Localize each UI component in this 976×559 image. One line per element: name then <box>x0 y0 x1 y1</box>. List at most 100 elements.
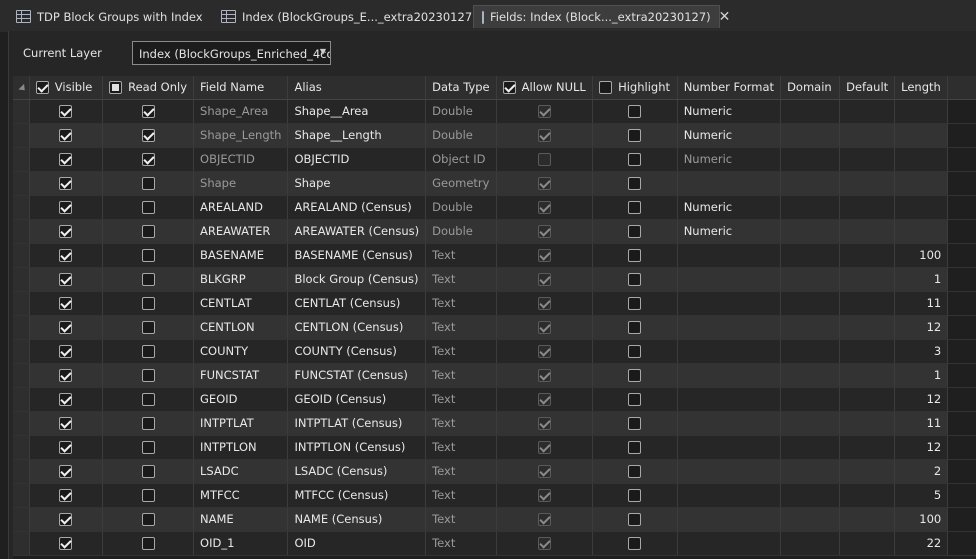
number-format-cell[interactable] <box>677 363 782 388</box>
field-row[interactable]: INTPTLAT INTPTLAT (Census) Text 11 <box>13 411 976 436</box>
read-only-checkbox[interactable] <box>141 105 155 118</box>
read-only-checkbox[interactable] <box>141 345 155 358</box>
read-only-checkbox[interactable] <box>141 465 155 478</box>
number-format-cell[interactable] <box>677 339 782 364</box>
number-format-cell[interactable] <box>677 435 782 460</box>
alias-cell[interactable]: INTPTLON (Census) <box>287 435 427 460</box>
alias-cell[interactable]: LSADC (Census) <box>287 459 427 484</box>
field-row[interactable]: GEOID GEOID (Census) Text 12 <box>13 387 976 412</box>
alias-cell[interactable]: MTFCC (Census) <box>287 483 427 508</box>
visible-checkbox[interactable] <box>59 369 73 382</box>
domain-cell[interactable] <box>780 483 841 508</box>
domain-cell[interactable] <box>780 219 841 244</box>
visible-checkbox[interactable] <box>59 129 73 142</box>
read-only-checkbox[interactable] <box>141 297 155 310</box>
column-header-data-type[interactable]: Data Type <box>425 76 497 100</box>
tab-index-table[interactable]: Index (BlockGroups_E..._extra20230127) <box>205 5 477 28</box>
default-cell[interactable] <box>839 339 896 364</box>
visible-checkbox[interactable] <box>59 273 73 286</box>
header-allow-null-checkbox[interactable] <box>502 81 516 95</box>
field-name-cell[interactable]: AREALAND <box>193 195 289 220</box>
default-cell[interactable] <box>839 435 896 460</box>
domain-cell[interactable] <box>780 315 841 340</box>
alias-cell[interactable]: COUNTY (Census) <box>287 339 427 364</box>
domain-cell[interactable] <box>780 99 841 124</box>
default-cell[interactable] <box>839 99 896 124</box>
default-cell[interactable] <box>839 291 896 316</box>
data-type-cell[interactable]: Text <box>425 483 497 508</box>
field-row[interactable]: CENTLAT CENTLAT (Census) Text 11 <box>13 291 976 316</box>
alias-cell[interactable]: OBJECTID <box>287 147 427 172</box>
row-header[interactable] <box>13 219 30 244</box>
visible-checkbox[interactable] <box>59 345 73 358</box>
number-format-cell[interactable] <box>677 531 782 556</box>
domain-cell[interactable] <box>780 291 841 316</box>
data-type-cell[interactable]: Double <box>425 123 497 148</box>
highlight-checkbox[interactable] <box>628 369 642 382</box>
column-header-alias[interactable]: Alias <box>287 76 427 100</box>
row-header[interactable] <box>13 99 30 124</box>
alias-cell[interactable]: INTPTLAT (Census) <box>287 411 427 436</box>
domain-cell[interactable] <box>780 507 841 532</box>
data-type-cell[interactable]: Double <box>425 219 497 244</box>
number-format-cell[interactable] <box>677 267 782 292</box>
highlight-checkbox[interactable] <box>628 513 642 526</box>
data-type-cell[interactable]: Text <box>425 387 497 412</box>
row-header[interactable] <box>13 339 30 364</box>
column-header-read-only[interactable]: Read Only <box>102 76 195 100</box>
row-header[interactable] <box>13 147 30 172</box>
default-cell[interactable] <box>839 147 896 172</box>
domain-cell[interactable] <box>780 195 841 220</box>
data-type-cell[interactable]: Text <box>425 291 497 316</box>
header-visible-checkbox[interactable] <box>35 81 49 95</box>
field-row[interactable]: INTPTLON INTPTLON (Census) Text 12 <box>13 435 976 460</box>
domain-cell[interactable] <box>780 459 841 484</box>
field-name-cell[interactable]: CENTLON <box>193 315 289 340</box>
number-format-cell[interactable] <box>677 411 782 436</box>
field-name-cell[interactable]: BASENAME <box>193 243 289 268</box>
highlight-checkbox[interactable] <box>628 417 642 430</box>
column-header-default[interactable]: Default <box>839 76 896 100</box>
field-name-cell[interactable]: NAME <box>193 507 289 532</box>
read-only-checkbox[interactable] <box>141 321 155 334</box>
visible-checkbox[interactable] <box>59 297 73 310</box>
field-name-cell[interactable]: INTPTLAT <box>193 411 289 436</box>
data-type-cell[interactable]: Object ID <box>425 147 497 172</box>
number-format-cell[interactable] <box>677 291 782 316</box>
length-cell[interactable]: 100 <box>894 507 949 532</box>
highlight-checkbox[interactable] <box>628 345 642 358</box>
header-read-only-checkbox[interactable] <box>109 81 123 95</box>
field-row[interactable]: COUNTY COUNTY (Census) Text 3 <box>13 339 976 364</box>
number-format-cell[interactable] <box>677 387 782 412</box>
domain-cell[interactable] <box>780 363 841 388</box>
number-format-cell[interactable]: Numeric <box>677 195 782 220</box>
data-type-cell[interactable]: Text <box>425 315 497 340</box>
read-only-checkbox[interactable] <box>141 417 155 430</box>
number-format-cell[interactable] <box>677 243 782 268</box>
field-name-cell[interactable]: COUNTY <box>193 339 289 364</box>
default-cell[interactable] <box>839 411 896 436</box>
visible-checkbox[interactable] <box>59 177 73 190</box>
row-header[interactable] <box>13 459 30 484</box>
length-cell[interactable]: 3 <box>894 339 949 364</box>
highlight-checkbox[interactable] <box>628 489 642 502</box>
field-name-cell[interactable]: CENTLAT <box>193 291 289 316</box>
visible-checkbox[interactable] <box>59 225 73 238</box>
field-row[interactable]: LSADC LSADC (Census) Text 2 <box>13 459 976 484</box>
data-type-cell[interactable]: Text <box>425 507 497 532</box>
row-header[interactable] <box>13 171 30 196</box>
row-header[interactable] <box>13 267 30 292</box>
default-cell[interactable] <box>839 243 896 268</box>
tab-fields-view[interactable]: Fields: Index (Block..._extra20230127) ✕ <box>473 5 730 28</box>
data-type-cell[interactable]: Double <box>425 195 497 220</box>
length-cell[interactable]: 12 <box>894 387 949 412</box>
domain-cell[interactable] <box>780 411 841 436</box>
length-cell[interactable]: 11 <box>894 411 949 436</box>
length-cell[interactable]: 2 <box>894 459 949 484</box>
field-name-cell[interactable]: AREAWATER <box>193 219 289 244</box>
default-cell[interactable] <box>839 123 896 148</box>
visible-checkbox[interactable] <box>59 489 73 502</box>
length-cell[interactable] <box>894 99 949 124</box>
field-row[interactable]: FUNCSTAT FUNCSTAT (Census) Text 1 <box>13 363 976 388</box>
field-name-cell[interactable]: MTFCC <box>193 483 289 508</box>
